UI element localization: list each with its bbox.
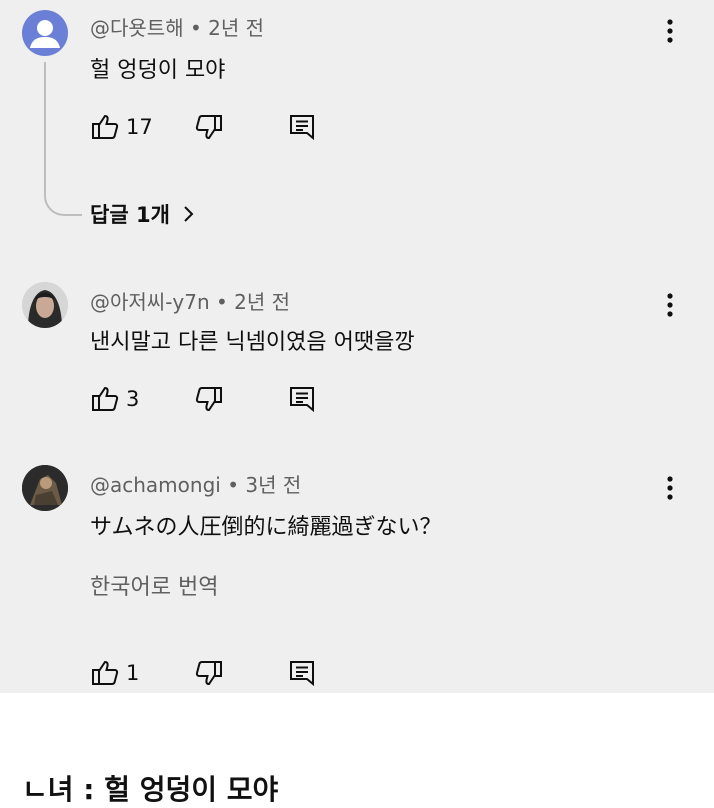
reply-comment-icon [290,661,314,687]
meta-separator: • [216,290,228,314]
dislike-button[interactable] [194,382,224,416]
like-count: 3 [126,387,140,411]
reply-button[interactable] [288,110,316,144]
more-vert-icon [667,293,673,317]
dislike-button[interactable] [194,110,224,144]
like-count: 17 [126,115,153,139]
comments-panel: @다욧트해 • 2년 전 헐 엉덩이 모야 17 답글 1개 @아저씨-y7n … [0,0,714,693]
comment-time[interactable]: 3년 전 [245,473,301,497]
meta-separator: • [189,16,202,40]
reply-thread-line [44,62,82,216]
more-vert-icon [667,476,673,500]
more-vert-icon [667,19,673,43]
view-replies-button[interactable]: 답글 1개 [90,199,198,229]
comment-author[interactable]: @아저씨-y7n [90,290,210,314]
avatar[interactable] [22,10,68,56]
thumb-down-icon [195,115,222,140]
like-count: 1 [126,661,140,685]
reply-button[interactable] [288,656,316,690]
profile-photo-icon [22,465,68,511]
thumb-up-icon [92,660,119,685]
reply-comment-icon [290,115,314,141]
avatar[interactable] [22,465,68,511]
more-options-button[interactable] [658,473,682,503]
comment-meta: @다욧트해 • 2년 전 [90,12,264,41]
translate-button[interactable]: 한국어로 번역 [90,569,218,601]
comment-author[interactable]: @다욧트해 [90,16,184,40]
comment-time[interactable]: 2년 전 [208,16,264,40]
more-options-button[interactable] [658,16,682,46]
comment-meta: @achamongi • 3년 전 [90,469,301,498]
thumb-down-icon [195,661,222,686]
thumb-up-icon [92,386,119,411]
thumb-down-icon [195,387,222,412]
meta-separator: • [227,473,239,497]
default-person-icon [30,20,60,48]
comment-meta: @아저씨-y7n • 2년 전 [90,286,290,315]
comment-actions: 1 [90,656,330,690]
reply-button[interactable] [288,382,316,416]
comment-actions: 17 [90,110,330,144]
like-button[interactable]: 1 [90,656,139,690]
more-options-button[interactable] [658,290,682,320]
reply-comment-icon [290,387,314,413]
thumb-up-icon [92,114,119,139]
comment-author[interactable]: @achamongi [90,473,221,497]
like-button[interactable]: 17 [90,110,153,144]
replies-label: 답글 1개 [90,203,170,227]
comment-actions: 3 [90,382,330,416]
comment-text: サムネの人圧倒的に綺麗過ぎない？ [90,515,442,540]
chevron-right-icon [184,206,194,222]
like-button[interactable]: 3 [90,382,139,416]
dislike-button[interactable] [194,656,224,690]
avatar[interactable] [22,282,68,328]
comment-time[interactable]: 2년 전 [234,290,290,314]
profile-photo-icon [22,282,68,328]
comment-text: 헐 엉덩이 모야 [90,58,226,83]
comment-text: 낸시말고 다른 닉넴이였음 어땟을깡 [90,330,415,355]
caption-text: ㄴ녀 : 헐 엉덩이 모야 [22,773,279,806]
